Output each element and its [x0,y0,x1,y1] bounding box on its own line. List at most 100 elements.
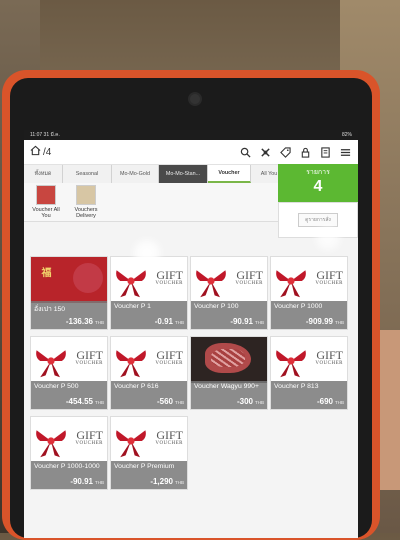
tablet-screen: 11:07 31 มี.ค. 82% /4 ทั้งหมด Seasonal M… [24,130,358,538]
subcategory-vouchers-delivery[interactable]: Vouchers Delivery [68,185,104,219]
voucher-name: Voucher P 1 [114,303,151,310]
status-bar: 11:07 31 มี.ค. 82% [24,130,358,140]
home-button[interactable]: /4 [30,145,51,159]
card-footer: Voucher P 100 -90.91 THB [191,301,267,329]
gift-art-line2: VOUCHER [315,361,343,366]
gift-voucher-art: GIFT VOUCHER [75,349,103,366]
tab-voucher[interactable]: Voucher [208,165,251,183]
voucher-name: อั่งเปา 150 [34,306,66,313]
gift-art-line2: VOUCHER [315,281,343,286]
currency-label: THB [335,400,344,405]
menu-icon[interactable] [338,145,352,159]
voucher-card[interactable]: GIFT VOUCHER Voucher P 1000 -909.99 THB [270,256,348,330]
voucher-card[interactable]: GIFT VOUCHER Voucher P 813 -690 THB [270,336,348,410]
gift-art-line1: GIFT [316,348,343,362]
view-order-button[interactable]: ดูรายการสั่ง [298,213,338,227]
tab-mo-mo-gold[interactable]: Mo-Mo-Gold [112,165,159,183]
card-footer: Voucher P 1 -0.91 THB [111,301,187,329]
gift-voucher-art: GIFT VOUCHER [235,269,263,286]
currency-label: THB [255,400,264,405]
light-reflection [134,240,160,266]
gift-voucher-art: GIFT VOUCHER [315,269,343,286]
voucher-image [191,337,267,383]
lock-icon[interactable] [298,145,312,159]
gift-art-line1: GIFT [156,428,183,442]
currency-label: THB [255,320,264,325]
voucher-price: -90.91 [230,317,253,326]
gift-bow-icon [33,341,69,381]
voucher-image: GIFT VOUCHER [31,337,107,383]
subcategory-thumbnail [76,185,96,205]
voucher-card[interactable]: GIFT VOUCHER Voucher P 1000-1000 -90.91 THB [30,416,108,490]
subcategory-label: Vouchers Delivery [74,207,98,219]
voucher-price: -136.36 [65,317,93,326]
gift-art-line1: GIFT [316,268,343,282]
voucher-card[interactable]: 福 อั่งเปา 150 -136.36 THB [30,256,108,330]
voucher-image: GIFT VOUCHER [111,417,187,463]
currency-label: THB [95,400,104,405]
gift-art-line1: GIFT [76,348,103,362]
category-tabs: ทั้งหมด Seasonal Mo-Mo-Gold Mo-Mo-Stan..… [24,165,288,183]
gift-art-line2: VOUCHER [75,441,103,446]
order-count: 4 [313,178,323,195]
subcategory-voucher-all-you[interactable]: Voucher All You [28,185,64,219]
status-time: 11:07 [30,132,43,138]
voucher-card[interactable]: GIFT VOUCHER Voucher P 1 -0.91 THB [110,256,188,330]
gift-bow-icon [33,421,69,461]
gift-bow-icon [113,341,149,381]
status-time-date: 11:07 31 มี.ค. [30,131,60,139]
gift-art-line2: VOUCHER [75,361,103,366]
tab-seasonal[interactable]: Seasonal [63,165,112,183]
currency-label: THB [175,480,184,485]
gift-voucher-art: GIFT VOUCHER [155,349,183,366]
service-icon[interactable] [258,145,272,159]
voucher-name: Voucher P Premium [114,463,175,470]
voucher-image: 福 [31,257,107,303]
tablet-case: 11:07 31 มี.ค. 82% /4 ทั้งหมด Seasonal M… [2,70,380,540]
camera [188,92,202,106]
gift-art-line2: VOUCHER [155,281,183,286]
voucher-price: -560 [156,397,173,406]
voucher-price: -0.91 [154,317,173,326]
gift-voucher-art: GIFT VOUCHER [155,429,183,446]
voucher-card[interactable]: Voucher Wagyu 990+ -300 THB [190,336,268,410]
voucher-card[interactable]: GIFT VOUCHER Voucher P Premium -1,290 THB [110,416,188,490]
currency-label: THB [95,320,104,325]
voucher-price: -690 [316,397,333,406]
voucher-price: -909.99 [305,317,333,326]
voucher-price: -1,290 [150,477,173,486]
tag-icon[interactable] [278,145,292,159]
search-icon[interactable] [238,145,252,159]
voucher-price: -90.91 [70,477,93,486]
voucher-image: GIFT VOUCHER [271,257,347,303]
gift-voucher-art: GIFT VOUCHER [75,429,103,446]
order-summary: รายการ 4 ดูรายการสั่ง [278,164,358,238]
status-date: 31 มี.ค. [43,132,60,138]
gift-art-line1: GIFT [156,268,183,282]
voucher-card[interactable]: GIFT VOUCHER Voucher P 616 -560 THB [110,336,188,410]
card-footer: Voucher P 500 -454.55 THB [31,381,107,409]
home-icon [30,145,41,159]
bill-icon[interactable] [318,145,332,159]
flower-art [73,263,103,293]
voucher-card[interactable]: GIFT VOUCHER Voucher P 100 -90.91 THB [190,256,268,330]
gift-art-line1: GIFT [76,428,103,442]
card-footer: Voucher P 813 -690 THB [271,381,347,409]
currency-label: THB [95,480,104,485]
currency-label: THB [175,320,184,325]
card-footer: Voucher P 1000 -909.99 THB [271,301,347,329]
tab-all[interactable]: ทั้งหมด [24,165,63,183]
tab-mo-mo-standard[interactable]: Mo-Mo-Stan... [159,165,208,183]
gift-art-line1: GIFT [236,268,263,282]
voucher-price: -300 [236,397,253,406]
voucher-card[interactable]: GIFT VOUCHER Voucher P 500 -454.55 THB [30,336,108,410]
voucher-image: GIFT VOUCHER [191,257,267,303]
voucher-name: Voucher P 500 [34,383,79,390]
gift-bow-icon [193,261,229,301]
top-toolbar: /4 [24,140,358,165]
table-number: /4 [43,146,52,158]
voucher-price: -454.55 [65,397,93,406]
voucher-name: Voucher P 616 [114,383,159,390]
card-footer: Voucher P 616 -560 THB [111,381,187,409]
gift-bow-icon [273,261,309,301]
